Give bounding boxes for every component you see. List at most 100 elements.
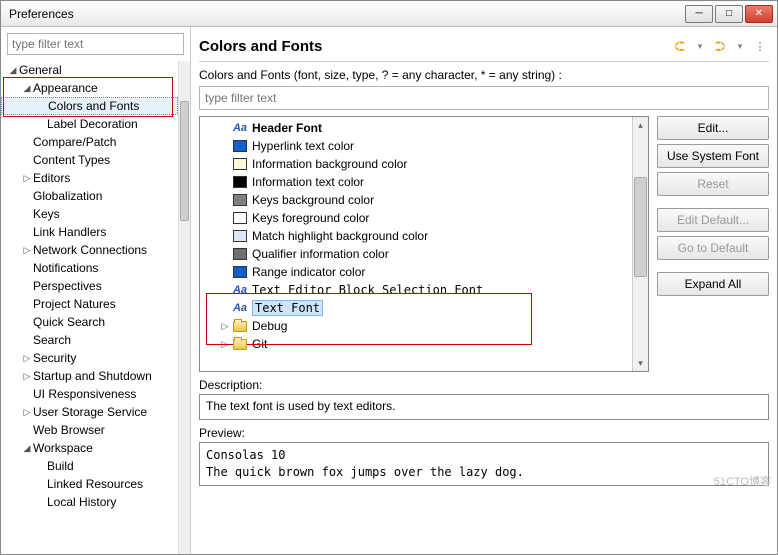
tree-scrollbar[interactable] [178,61,190,554]
expand-icon[interactable] [21,443,33,454]
list-item[interactable]: Hyperlink text color [200,137,632,155]
tree-node-label: Content Types [33,153,110,167]
list-item[interactable]: Debug [200,317,632,335]
list-item[interactable]: Git [200,335,632,353]
tree-node[interactable]: Link Handlers [1,223,178,241]
tree-node[interactable]: Quick Search [1,313,178,331]
expand-icon[interactable] [21,173,33,184]
tree-node-label: Search [33,333,71,347]
tree-node[interactable]: Globalization [1,187,178,205]
tree-node[interactable]: Local History [1,493,178,511]
tree-node-label: User Storage Service [33,405,147,419]
expand-icon[interactable] [218,339,232,350]
description-box: The text font is used by text editors. [199,394,769,420]
tree-node[interactable]: General [1,61,178,79]
tree-node[interactable]: Web Browser [1,421,178,439]
list-item-label: Keys foreground color [252,211,369,225]
list-item[interactable]: Information background color [200,155,632,173]
close-button[interactable]: ✕ [745,5,773,23]
tree-node[interactable]: UI Responsiveness [1,385,178,403]
expand-icon[interactable] [21,245,33,256]
preferences-tree[interactable]: General Appearance Colors and Fonts Label D… [1,61,190,554]
tree-node[interactable]: Workspace [1,439,178,457]
tree-node[interactable]: Keys [1,205,178,223]
edit-default-button[interactable]: Edit Default... [657,208,769,232]
expand-icon[interactable] [21,83,33,94]
forward-dropdown[interactable]: ▼ [731,37,749,55]
list-item[interactable]: Information text color [200,173,632,191]
preview-box: Consolas 10 The quick brown fox jumps ov… [199,442,769,486]
expand-icon[interactable] [21,371,33,382]
expand-all-button[interactable]: Expand All [657,272,769,296]
minimize-button[interactable]: ─ [685,5,713,23]
tree-node[interactable]: Startup and Shutdown [1,367,178,385]
tree-node-label: Perspectives [33,279,102,293]
tree-node-label: Linked Resources [47,477,143,491]
tree-node-label: Compare/Patch [33,135,116,149]
tree-node[interactable]: Perspectives [1,277,178,295]
color-swatch-icon [232,139,248,153]
filter-input[interactable] [7,33,184,55]
list-item[interactable]: AaText Editor Block Selection Font [200,281,632,299]
tree-node[interactable]: Editors [1,169,178,187]
tree-node-label: Colors and Fonts [48,99,139,113]
reset-button[interactable]: Reset [657,172,769,196]
font-filter-input[interactable] [199,86,769,110]
tree-node-label: General [19,63,62,77]
tree-node-label: Quick Search [33,315,105,329]
tree-node[interactable]: Search [1,331,178,349]
color-swatch-icon [232,229,248,243]
tree-node-label: Build [47,459,74,473]
tree-node[interactable]: Project Natures [1,295,178,313]
color-swatch-icon [232,157,248,171]
color-swatch-icon [232,193,248,207]
expand-icon[interactable] [7,65,19,76]
forward-button[interactable]: ⮊ [711,37,729,55]
tree-node[interactable]: Network Connections [1,241,178,259]
page-title: Colors and Fonts [199,38,669,55]
tree-node[interactable]: Build [1,457,178,475]
view-menu-button[interactable]: ⋮ [751,37,769,55]
tree-node-label: Label Decoration [47,117,138,131]
folder-icon [232,319,248,333]
list-scrollbar[interactable]: ▴▾ [632,117,648,371]
tree-node[interactable]: Notifications [1,259,178,277]
sidebar: General Appearance Colors and Fonts Label D… [1,27,191,554]
edit-button[interactable]: Edit... [657,116,769,140]
list-item[interactable]: AaText Font [200,299,632,317]
back-button[interactable]: ⮈ [671,37,689,55]
tree-node-label: Web Browser [33,423,105,437]
tree-node-label: Keys [33,207,60,221]
maximize-button[interactable]: □ [715,5,743,23]
tree-node[interactable]: Compare/Patch [1,133,178,151]
arrow-right-icon: ⮊ [715,38,726,55]
back-dropdown[interactable]: ▼ [691,37,709,55]
tree-node[interactable]: User Storage Service [1,403,178,421]
tree-node[interactable]: Security [1,349,178,367]
tree-node[interactable]: Label Decoration [1,115,178,133]
description-label: Description: [199,378,769,392]
list-item[interactable]: Range indicator color [200,263,632,281]
list-item[interactable]: Match highlight background color [200,227,632,245]
list-item[interactable]: Keys background color [200,191,632,209]
tree-node[interactable]: Colors and Fonts [1,97,178,115]
list-item[interactable]: Keys foreground color [200,209,632,227]
use-system-font-button[interactable]: Use System Font [657,144,769,168]
preview-label: Preview: [199,426,769,440]
content-panel: Colors and Fonts ⮈ ▼ ⮊ ▼ ⋮ Colors and Fo… [191,27,777,554]
font-icon: Aa [232,121,248,135]
tree-node[interactable]: Linked Resources [1,475,178,493]
folder-icon [232,337,248,351]
items-list[interactable]: AaHeader FontHyperlink text colorInforma… [199,116,649,372]
list-item-label: Information text color [252,175,364,189]
tree-node[interactable]: Appearance [1,79,178,97]
list-item[interactable]: AaHeader Font [200,119,632,137]
go-to-default-button[interactable]: Go to Default [657,236,769,260]
tree-node-label: Editors [33,171,70,185]
expand-icon[interactable] [21,407,33,418]
font-icon: Aa [232,283,248,297]
expand-icon[interactable] [218,321,232,332]
expand-icon[interactable] [21,353,33,364]
list-item[interactable]: Qualifier information color [200,245,632,263]
tree-node[interactable]: Content Types [1,151,178,169]
